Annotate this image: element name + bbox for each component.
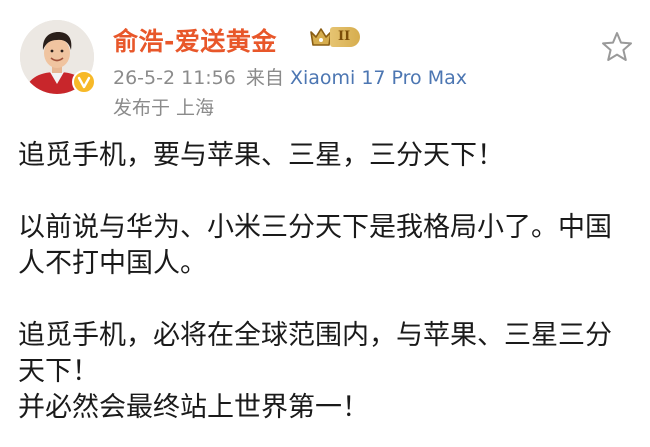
paragraph-line: 追觅手机，要与苹果、三星，三分天下！ bbox=[18, 140, 504, 171]
post-content: 追觅手机，要与苹果、三星，三分天下！ 以前说与华为、小米三分天下是我格局小了。中… bbox=[18, 138, 638, 426]
username-link[interactable]: 俞浩-爱送黄金 bbox=[113, 22, 277, 58]
paragraph-line: 并必然会最终站上世界第一！ bbox=[18, 392, 369, 423]
verified-v-icon bbox=[72, 70, 96, 94]
paragraph-line: 人不打中国人。 bbox=[18, 248, 207, 279]
post-location: 发布于 上海 bbox=[113, 97, 215, 119]
paragraph-line: 以前说与华为、小米三分天下是我格局小了。中国 bbox=[18, 212, 612, 243]
star-outline-icon[interactable] bbox=[600, 30, 634, 64]
paragraph-line: 天下！ bbox=[18, 356, 99, 387]
member-level-badge[interactable]: II bbox=[309, 25, 361, 49]
level-label: II bbox=[330, 27, 361, 47]
source-prefix: 来自 bbox=[245, 67, 284, 89]
paragraph-line: 追觅手机，必将在全球范围内，与苹果、三星三分 bbox=[18, 320, 612, 351]
post-timestamp: 26-5-2 11:56 bbox=[113, 67, 236, 89]
source-device-link[interactable]: Xiaomi 17 Pro Max bbox=[290, 67, 467, 89]
post-meta: 26-5-2 11:56 来自 Xiaomi 17 Pro Max bbox=[113, 63, 467, 90]
